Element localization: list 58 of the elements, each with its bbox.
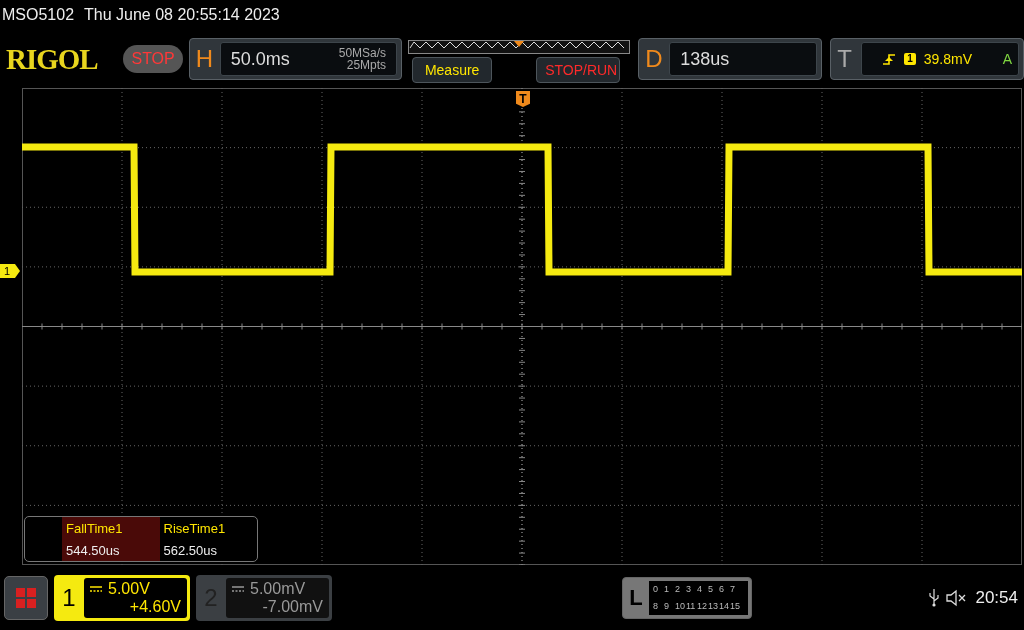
trigger-source: 1 <box>904 53 916 65</box>
logic-panel[interactable]: L 0 1 2 3 4 5 6 7 8 9 1011 12131415 <box>622 576 752 619</box>
digital-channel-number: 7 <box>730 584 736 594</box>
digital-channel-number: 6 <box>719 584 725 594</box>
delay-panel[interactable]: D 138us <box>638 38 823 80</box>
speaker-muted-icon <box>945 588 968 607</box>
usb-icon <box>929 588 940 607</box>
channel-scale: 5.00mV <box>250 579 306 598</box>
digital-channel-number: 5 <box>708 584 714 594</box>
digital-channel-number: 8 <box>653 601 659 611</box>
digital-channel-number: 13 <box>708 601 719 611</box>
toolbar-button[interactable]: Measure <box>412 56 493 83</box>
measurement-item[interactable]: FallTime1 544.50us <box>62 517 160 561</box>
delay-letter: D <box>645 45 664 73</box>
measurement-value: 544.50us <box>66 542 121 558</box>
timebase-scale: 50.0ms <box>230 48 290 70</box>
digital-channel-number: 9 <box>664 601 670 611</box>
horizontal-panel[interactable]: H 50.0ms 50MSa/s 25Mpts <box>188 38 403 80</box>
channel-offset-marker[interactable]: 1 <box>0 264 20 278</box>
trigger-mode: A <box>1002 51 1012 67</box>
rising-edge-icon <box>882 52 897 66</box>
channel-panel[interactable]: 1 5.00V +4.60V <box>54 574 190 621</box>
trigger-panel[interactable]: T 1 39.8mV A <box>830 38 1024 80</box>
logic-letter: L <box>628 584 644 611</box>
digital-channel-number: 14 <box>719 601 730 611</box>
measurement-item[interactable]: RiseTime1 562.50us <box>159 517 257 561</box>
delay-value: 138us <box>680 48 730 70</box>
horizontal-letter: H <box>195 45 214 73</box>
trigger-level: 39.8mV <box>923 51 972 67</box>
date-time: Thu June 08 20:55:14 2023 <box>84 6 280 24</box>
menu-button[interactable] <box>4 575 48 620</box>
measurement-name: RiseTime1 <box>163 520 227 536</box>
trigger-position-marker[interactable]: T <box>516 91 530 107</box>
digital-channel-number: 15 <box>730 601 741 611</box>
digital-channel-number: 11 <box>686 601 697 611</box>
digital-channel-number: 3 <box>686 584 692 594</box>
channel-offset: +4.60V <box>129 597 181 616</box>
dc-coupling-icon <box>90 585 102 592</box>
digital-channel-number: 1 <box>664 584 670 594</box>
brand-logo: RIGOL <box>6 42 99 76</box>
channel-number: 1 <box>61 582 77 613</box>
measurement-value: 562.50us <box>163 542 218 558</box>
measurement-name: FallTime1 <box>66 520 124 536</box>
channel-scale: 5.00V <box>108 579 150 598</box>
clock-time: 20:54 <box>975 587 1018 608</box>
model-name: MSO5102 <box>2 6 75 24</box>
digital-channel-number: 2 <box>675 584 681 594</box>
channel-offset: -7.00mV <box>262 597 323 616</box>
digital-channel-number: 0 <box>653 584 659 594</box>
sample-rate: 50MSa/s <box>338 47 387 59</box>
memory-depth: 25Mpts <box>346 59 387 71</box>
trigger-letter: T <box>837 45 853 73</box>
digital-channel-number: 4 <box>697 584 703 594</box>
digital-channel-number: 12 <box>697 601 708 611</box>
dc-coupling-icon <box>232 585 244 592</box>
toolbar-button[interactable]: STOP/RUN <box>536 56 621 83</box>
digital-channel-number: 10 <box>675 601 686 611</box>
grid-icon <box>15 586 37 609</box>
